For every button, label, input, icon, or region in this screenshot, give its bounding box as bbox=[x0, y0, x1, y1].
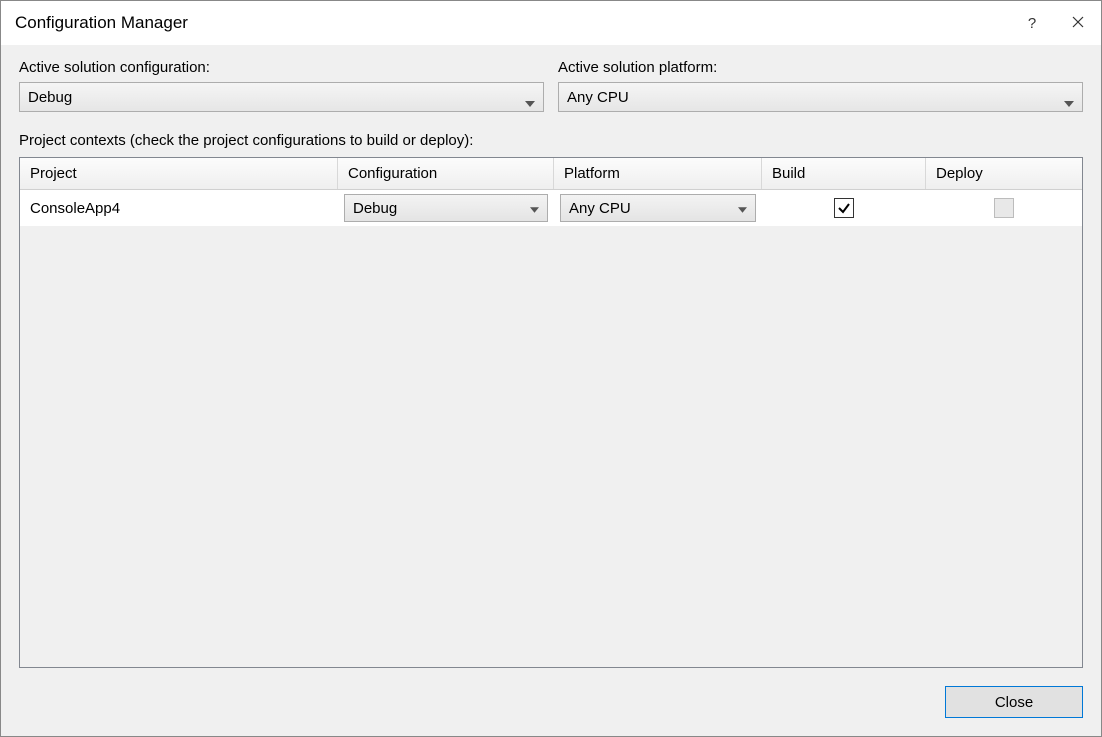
close-button[interactable]: Close bbox=[945, 686, 1083, 718]
dialog-content: Active solution configuration: Debug Act… bbox=[1, 45, 1101, 736]
solution-config-dropdown[interactable]: Debug bbox=[19, 82, 544, 112]
grid-header: Project Configuration Platform Build Dep… bbox=[20, 158, 1082, 190]
row-configuration-dropdown[interactable]: Debug bbox=[344, 194, 548, 222]
window-controls: ? bbox=[1009, 1, 1101, 45]
dialog-footer: Close bbox=[19, 668, 1083, 718]
window-close-button[interactable] bbox=[1055, 1, 1101, 45]
cell-deploy bbox=[926, 190, 1082, 226]
titlebar: Configuration Manager ? bbox=[1, 1, 1101, 45]
solution-platform-label: Active solution platform: bbox=[558, 59, 1083, 76]
chevron-down-icon bbox=[525, 94, 535, 100]
close-icon bbox=[1072, 15, 1084, 32]
column-header-build[interactable]: Build bbox=[762, 158, 926, 189]
chevron-down-icon bbox=[530, 200, 539, 217]
chevron-down-icon bbox=[1064, 94, 1074, 100]
help-icon: ? bbox=[1028, 15, 1036, 32]
column-header-platform[interactable]: Platform bbox=[554, 158, 762, 189]
window-title: Configuration Manager bbox=[15, 13, 188, 33]
solution-config-value: Debug bbox=[28, 89, 72, 106]
grid-body: ConsoleApp4 Debug Any CPU bbox=[20, 190, 1082, 667]
project-grid: Project Configuration Platform Build Dep… bbox=[19, 157, 1083, 668]
build-checkbox[interactable] bbox=[834, 198, 854, 218]
row-platform-value: Any CPU bbox=[569, 200, 631, 217]
solution-platform-group: Active solution platform: Any CPU bbox=[558, 59, 1083, 112]
cell-configuration: Debug bbox=[338, 190, 554, 226]
cell-platform: Any CPU bbox=[554, 190, 762, 226]
solution-config-group: Active solution configuration: Debug bbox=[19, 59, 544, 112]
column-header-project[interactable]: Project bbox=[20, 158, 338, 189]
solution-selectors: Active solution configuration: Debug Act… bbox=[19, 59, 1083, 112]
column-header-configuration[interactable]: Configuration bbox=[338, 158, 554, 189]
cell-build bbox=[762, 190, 926, 226]
deploy-checkbox bbox=[994, 198, 1014, 218]
project-contexts-label: Project contexts (check the project conf… bbox=[19, 132, 1083, 149]
help-button[interactable]: ? bbox=[1009, 1, 1055, 45]
solution-platform-dropdown[interactable]: Any CPU bbox=[558, 82, 1083, 112]
row-platform-dropdown[interactable]: Any CPU bbox=[560, 194, 756, 222]
row-configuration-value: Debug bbox=[353, 200, 397, 217]
table-row: ConsoleApp4 Debug Any CPU bbox=[20, 190, 1082, 226]
solution-config-label: Active solution configuration: bbox=[19, 59, 544, 76]
chevron-down-icon bbox=[738, 200, 747, 217]
column-header-deploy[interactable]: Deploy bbox=[926, 158, 1082, 189]
solution-platform-value: Any CPU bbox=[567, 89, 629, 106]
cell-project-name: ConsoleApp4 bbox=[20, 190, 338, 226]
